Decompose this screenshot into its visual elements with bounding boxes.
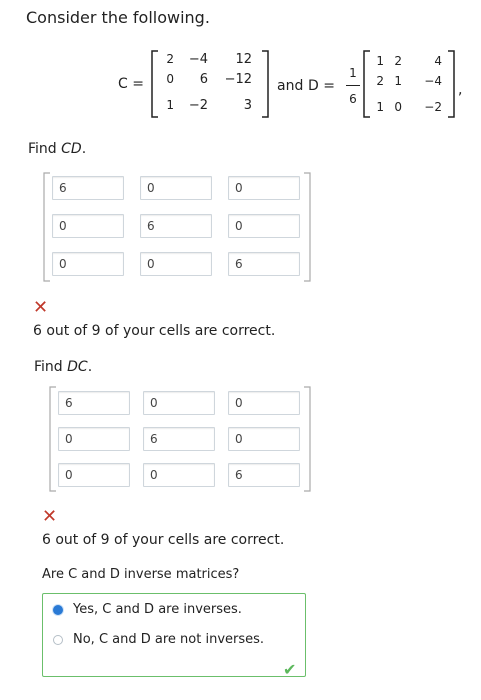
cd-right-bracket	[304, 172, 311, 282]
matrix-c-cell: 6	[199, 72, 208, 87]
matrix-c-cell: 12	[235, 52, 252, 67]
matrix-d-trailing: ,	[458, 82, 463, 98]
matrix-c-cell: 0	[166, 72, 174, 86]
cd-left-bracket	[43, 172, 50, 282]
dc-cell-r3c2[interactable]: 0	[143, 463, 215, 487]
matrix-c-label: C =	[118, 76, 144, 92]
radio-unselected-icon[interactable]	[53, 634, 63, 645]
choice-no[interactable]: No, C and D are not inverses.	[53, 632, 264, 647]
inverse-choices-box: Yes, C and D are inverses. No, C and D a…	[42, 593, 306, 677]
matrix-c-cell: 2	[166, 52, 174, 66]
dc-left-bracket	[49, 386, 56, 492]
check-mark-icon: ✔	[283, 660, 297, 679]
matrix-d-cell: 1	[376, 100, 384, 114]
matrix-d-right-bracket	[448, 50, 455, 118]
matrix-d-label: D =	[308, 78, 335, 94]
matrix-d-cell: 1	[394, 74, 402, 88]
matrix-d-cell: 4	[434, 54, 442, 68]
inverse-question-text: Are C and D inverse matrices?	[42, 567, 240, 582]
matrix-c-right-bracket	[262, 50, 269, 118]
cd-feedback: 6 out of 9 of your cells are correct.	[33, 323, 276, 339]
dc-feedback: 6 out of 9 of your cells are correct.	[42, 532, 285, 548]
dc-cell-r3c3[interactable]: 6	[228, 463, 300, 487]
dc-right-bracket	[304, 386, 311, 492]
cd-cell-r1c2[interactable]: 0	[140, 176, 212, 200]
matrix-d-left-bracket	[363, 50, 370, 118]
matrix-d-cell: 2	[394, 54, 402, 68]
and-text: and	[277, 78, 304, 94]
dc-cell-r1c2[interactable]: 0	[143, 391, 215, 415]
cd-cell-r1c3[interactable]: 0	[228, 176, 300, 200]
dc-cell-r2c2[interactable]: 6	[143, 427, 215, 451]
matrix-d-cell: −2	[424, 100, 442, 114]
matrix-c-cell: −2	[188, 98, 208, 113]
problem-prompt: Consider the following.	[26, 8, 210, 27]
x-mark-icon: ✕	[42, 506, 58, 527]
matrix-d-cell: 1	[376, 54, 384, 68]
cd-cell-r2c3[interactable]: 0	[228, 214, 300, 238]
matrix-d-cell: −4	[424, 74, 442, 88]
dc-cell-r2c3[interactable]: 0	[228, 427, 300, 451]
matrix-c-cell: 3	[243, 98, 252, 113]
dc-cell-r1c1[interactable]: 6	[58, 391, 130, 415]
matrix-c-cell: −4	[188, 52, 208, 67]
choice-yes[interactable]: Yes, C and D are inverses.	[53, 602, 242, 617]
cd-cell-r2c2[interactable]: 6	[140, 214, 212, 238]
matrix-c-cell: −12	[224, 72, 252, 87]
scalar-denominator: 6	[349, 92, 357, 106]
matrix-d-cell: 2	[376, 74, 384, 88]
dc-cell-r1c3[interactable]: 0	[228, 391, 300, 415]
cd-cell-r2c1[interactable]: 0	[52, 214, 124, 238]
x-mark-icon: ✕	[33, 297, 49, 318]
cd-cell-r3c1[interactable]: 0	[52, 252, 124, 276]
find-dc-label: Find DC.	[34, 359, 93, 375]
fraction-bar	[346, 85, 360, 86]
dc-cell-r3c1[interactable]: 0	[58, 463, 130, 487]
find-cd-label: Find CD.	[28, 141, 87, 157]
cd-cell-r3c2[interactable]: 0	[140, 252, 212, 276]
radio-selected-icon[interactable]	[53, 604, 63, 615]
dc-cell-r2c1[interactable]: 0	[58, 427, 130, 451]
scalar-numerator: 1	[349, 66, 357, 80]
cd-cell-r1c1[interactable]: 6	[52, 176, 124, 200]
cd-cell-r3c3[interactable]: 6	[228, 252, 300, 276]
matrix-c-cell: 1	[166, 98, 174, 112]
matrix-d-cell: 0	[394, 100, 402, 114]
